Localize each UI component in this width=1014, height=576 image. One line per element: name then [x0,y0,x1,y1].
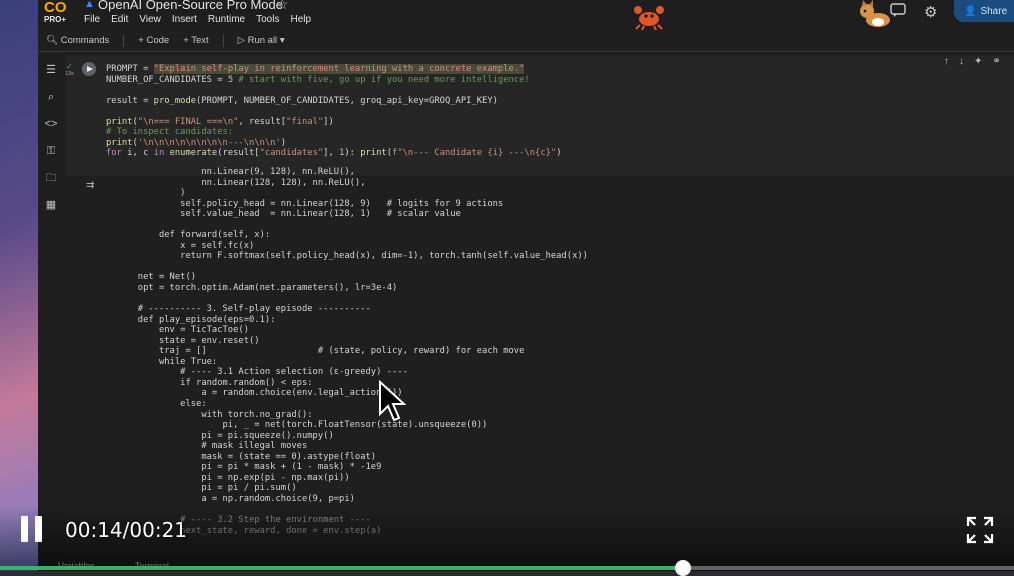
search-icon: 🔍︎ [46,35,59,46]
comment-icon[interactable] [890,3,906,17]
fullscreen-icon[interactable] [966,516,994,544]
video-time: 00:14/00:21 [65,518,188,542]
add-code-button[interactable]: + Code [138,35,169,46]
add-text-button[interactable]: + Text [183,35,208,46]
menu-help[interactable]: Help [290,14,311,25]
key-icon[interactable]: ⚿ [44,144,58,158]
pause-bar-right [35,516,42,542]
cell-output: nn.Linear(9, 128), nn.ReLU(), nn.Linear(… [137,167,588,536]
output-toggle-icon[interactable]: ⇉ [86,180,94,191]
folder-icon[interactable]: 🗀 [44,171,58,185]
desktop-background [0,0,38,571]
menu-view[interactable]: View [139,14,161,25]
person-icon: 👤 [964,5,977,17]
notebook-toolbar: 🔍︎ Commands + Code + Text ▷ Run all ▾ [38,30,1014,52]
commands-label: Commands [60,35,110,46]
pause-button[interactable] [21,516,43,542]
progress-fill [0,566,684,570]
divider [123,34,125,47]
progress-scrubber[interactable] [675,560,692,576]
divider [222,34,224,47]
cell-code-input[interactable]: PROMPT = "Explain self-play in reinforce… [106,64,562,159]
colab-window: CO PRO+ ▲ OpenAI Open-Source Pro Mode ☆ F… [38,0,1014,571]
commands-button[interactable]: 🔍︎ Commands [46,35,109,46]
menu-insert[interactable]: Insert [172,14,197,25]
move-up-icon[interactable]: ↑ [944,56,949,67]
pause-bar-left [21,516,28,542]
run-cell-button[interactable] [82,62,96,76]
cell-run-time: 13s [65,71,74,77]
run-all-button[interactable]: ▷ Run all ▾ [238,35,285,46]
chevron-down-icon: ▾ [279,35,285,46]
cell-toolbar: ↑ ↓ ✦ ⚭ [944,56,1001,67]
top-bar: CO PRO+ ▲ OpenAI Open-Source Pro Mode ☆ F… [38,0,1014,30]
gemini-icon[interactable]: ✦ [974,56,982,67]
logo-text: CO [44,0,67,16]
left-sidebar: ☰ ⌕ <> ⚿ 🗀 ▦ [38,53,64,571]
move-down-icon[interactable]: ↓ [959,56,964,67]
logo-pro-badge: PRO+ [44,15,67,24]
gear-icon[interactable]: ⚙ [924,3,937,21]
mouse-cursor-icon [379,380,406,422]
run-all-label: Run all [247,35,278,46]
menu-edit[interactable]: Edit [111,14,128,25]
menu-bar: File Edit View Insert Runtime Tools Help [84,14,311,25]
link-icon[interactable]: ⚭ [992,56,1000,67]
play-icon: ▷ [237,35,245,46]
check-icon: ✓ [66,62,73,71]
drive-icon[interactable]: ▲ [84,0,95,10]
search-icon[interactable]: ⌕ [44,90,58,104]
toc-icon[interactable]: ☰ [44,63,58,77]
notebook-title[interactable]: OpenAI Open-Source Pro Mode [98,0,283,12]
menu-file[interactable]: File [84,14,100,25]
crab-icon [634,6,664,30]
share-button[interactable]: 👤 Share [954,0,1014,22]
menu-tools[interactable]: Tools [256,14,279,25]
star-icon[interactable]: ☆ [276,0,289,13]
colab-logo[interactable]: CO PRO+ [44,0,74,26]
share-label: Share [980,5,1008,17]
code-icon[interactable]: <> [44,117,58,131]
video-progress-bar[interactable] [0,560,1014,576]
calendar-icon[interactable]: ▦ [44,198,58,212]
menu-runtime[interactable]: Runtime [208,14,245,25]
